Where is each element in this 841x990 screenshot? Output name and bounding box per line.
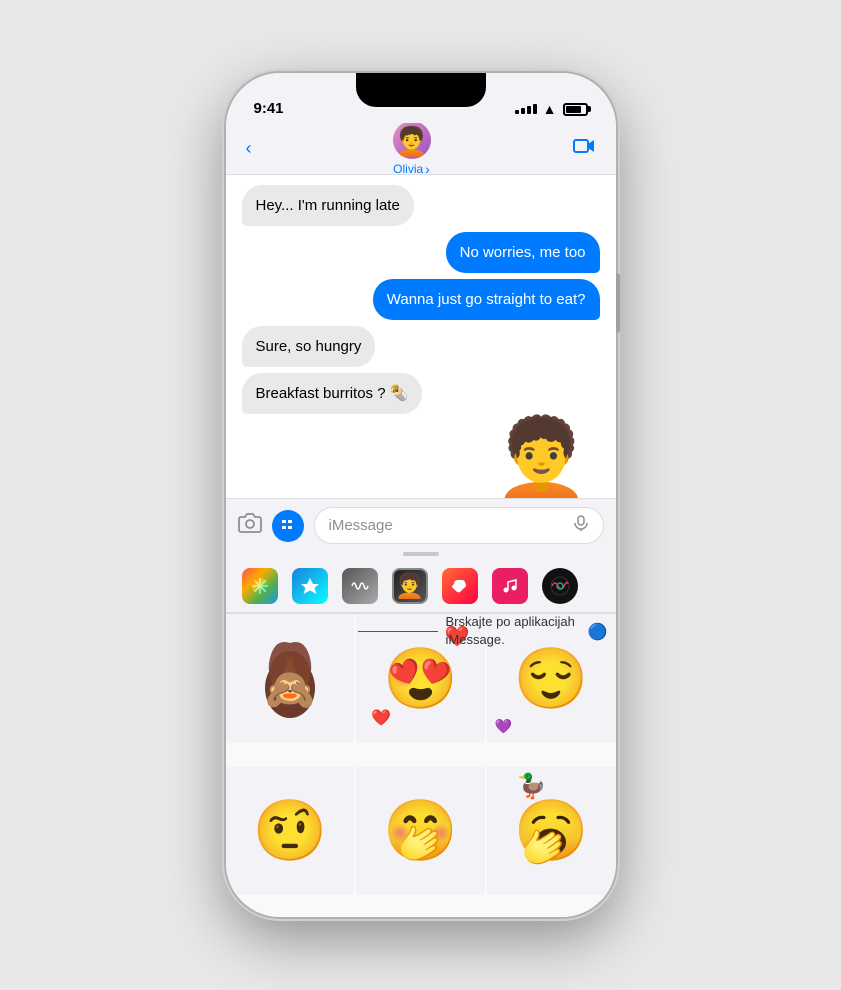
messages-area: Hey... I'm running late No worries, me t… xyxy=(226,175,616,498)
message-bubble-1: Hey... I'm running late xyxy=(242,185,414,226)
message-input[interactable]: iMessage xyxy=(314,507,604,544)
input-placeholder: iMessage xyxy=(329,517,393,534)
tray-activity-button[interactable] xyxy=(542,568,578,604)
message-bubble-3: Wanna just go straight to eat? xyxy=(373,279,600,320)
drag-indicator xyxy=(403,552,439,556)
input-area: iMessage xyxy=(226,498,616,552)
status-time: 9:41 xyxy=(254,100,284,117)
nav-bar: ‹ 🧑‍🦱 Olivia xyxy=(226,123,616,175)
tray-photos-button[interactable] xyxy=(242,568,278,604)
main-content: Hey... I'm running late No worries, me t… xyxy=(226,175,616,917)
avatar: 🧑‍🦱 xyxy=(393,121,431,159)
sticker-5[interactable]: 🤭 xyxy=(356,767,485,896)
message-bubble-5: Breakfast burritos ? 🌯 xyxy=(242,373,423,414)
sticker-4[interactable]: 🤨 xyxy=(226,767,355,896)
tray-stickers-button[interactable] xyxy=(442,568,478,604)
sticker-grid: 🙏 🙈 😍 ❤️ ❤️ 😌 🔵 💜 🤨 xyxy=(226,614,616,917)
video-call-button[interactable] xyxy=(572,134,596,164)
message-bubble-4: Sure, so hungry xyxy=(242,326,376,367)
back-button[interactable]: ‹ xyxy=(246,138,252,159)
tray-appstore-button[interactable] xyxy=(292,568,328,604)
annotation-line xyxy=(358,631,438,632)
annotation: Brskajte po aplikacijah iMessage. xyxy=(358,613,586,649)
sticker-6[interactable]: 🥱 🦆 xyxy=(487,767,616,896)
camera-icon[interactable] xyxy=(238,511,262,541)
side-button xyxy=(616,273,620,333)
annotation-text: Brskajte po aplikacijah iMessage. xyxy=(446,613,586,649)
sticker-1[interactable]: 🙏 🙈 xyxy=(226,614,355,743)
mic-icon[interactable] xyxy=(573,515,589,536)
apps-icon[interactable] xyxy=(272,510,304,542)
tray-audio-button[interactable] xyxy=(342,568,378,604)
tray-music-button[interactable] xyxy=(492,568,528,604)
contact-header[interactable]: 🧑‍🦱 Olivia xyxy=(393,121,431,177)
status-icons: ▲ xyxy=(515,101,588,117)
message-bubble-2: No worries, me too xyxy=(446,232,600,273)
battery-icon xyxy=(563,103,588,116)
memoji-sticker: 🧑‍🦱 xyxy=(492,420,592,498)
wifi-icon: ▲ xyxy=(543,101,557,117)
tray-memoji-button[interactable]: 🧑‍🦱 xyxy=(392,568,428,604)
avatar-memoji: 🧑‍🦱 xyxy=(394,128,429,156)
app-tray: 🧑‍🦱 xyxy=(226,560,616,613)
signal-icon xyxy=(515,104,537,114)
svg-text:🙈: 🙈 xyxy=(265,668,315,712)
